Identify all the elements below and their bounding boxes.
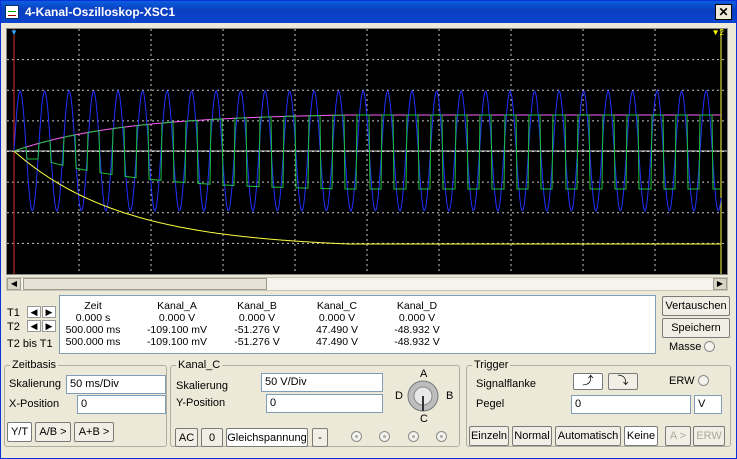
- vertauschen-button[interactable]: Vertauschen: [662, 296, 730, 316]
- table-cell: 0.000 s: [75, 312, 111, 324]
- pegel-label: Pegel: [476, 398, 505, 410]
- oscilloscope-icon: [5, 5, 19, 19]
- knob-label-d: D: [395, 390, 403, 402]
- trigger-keine-button[interactable]: Keine: [624, 426, 658, 446]
- kanal-skalierung-label: Skalierung: [176, 380, 228, 392]
- mode-yt-button[interactable]: Y/T: [7, 422, 32, 442]
- header-kanal-b: Kanal_B: [237, 300, 277, 312]
- row-label-t1: T1: [7, 307, 20, 319]
- t1-right-arrow-icon[interactable]: ▶: [42, 306, 56, 318]
- trigger-automatisch-button[interactable]: Automatisch: [555, 426, 621, 446]
- kanal-title: Kanal_C: [176, 359, 223, 371]
- signalflanke-label: Signalflanke: [476, 378, 536, 390]
- table-cell: -109.100 mV: [146, 336, 208, 348]
- header-zeit: Zeit: [84, 300, 102, 312]
- channel-c-radio[interactable]: [408, 431, 419, 442]
- header-kanal-d: Kanal_D: [396, 300, 438, 312]
- table-cell: 500.000 ms: [65, 336, 121, 348]
- cursor-t1-marker[interactable]: ▼: [10, 29, 18, 37]
- table-cell: -51.276 V: [234, 324, 280, 336]
- table-cell: 0.000 V: [398, 312, 436, 324]
- trigger-erw-label: ERW: [669, 375, 695, 387]
- window-title: 4-Kanal-Oszilloskop-XSC1: [25, 5, 176, 19]
- channel-b-radio[interactable]: [379, 431, 390, 442]
- rising-edge-icon[interactable]: ⤴: [573, 373, 603, 390]
- table-cell: 0.000 V: [158, 312, 196, 324]
- table-cell: 500.000 ms: [65, 324, 121, 336]
- table-cell: 47.490 V: [315, 324, 359, 336]
- t1-left-arrow-icon[interactable]: ◀: [27, 306, 41, 318]
- table-cell: 47.490 V: [315, 336, 359, 348]
- table-cell: -48.932 V: [394, 324, 440, 336]
- table-cell: -51.276 V: [234, 336, 280, 348]
- trigger-title: Trigger: [472, 359, 511, 371]
- trigger-erw-button[interactable]: ERW: [693, 426, 725, 446]
- title-bar: 4-Kanal-Oszilloskop-XSC1 ✕: [1, 1, 736, 23]
- scope-traces: [7, 29, 727, 274]
- trigger-einzeln-button[interactable]: Einzeln: [469, 426, 509, 446]
- zeitbasis-title: Zeitbasis: [10, 359, 59, 371]
- coupling-dc-button[interactable]: Gleichspannung: [226, 428, 308, 447]
- knob-label-b: B: [446, 390, 454, 402]
- header-kanal-c: Kanal_C: [316, 300, 358, 312]
- scope-display: ▼ ▼2: [6, 28, 728, 275]
- row-label-t2-t1: T2 bis T1: [7, 338, 53, 350]
- knob-label-c: C: [420, 413, 428, 425]
- trigger-normal-button[interactable]: Normal: [512, 426, 552, 446]
- scroll-thumb[interactable]: [23, 278, 267, 290]
- y-position-label: Y-Position: [176, 397, 226, 409]
- mode-a-plus-b-button[interactable]: A+B >: [74, 422, 114, 442]
- speichern-button[interactable]: Speichern: [662, 318, 730, 338]
- pegel-unit-select[interactable]: V: [694, 395, 722, 414]
- horizontal-scrollbar[interactable]: ◀ ▶: [6, 277, 728, 291]
- header-kanal-a: Kanal_A: [157, 300, 197, 312]
- t2-right-arrow-icon[interactable]: ▶: [42, 320, 56, 332]
- trigger-ext-source-button[interactable]: A >: [665, 426, 691, 446]
- x-position-label: X-Position: [9, 398, 60, 410]
- table-cell: 0.000 V: [238, 312, 276, 324]
- channel-selector-knob-icon[interactable]: [406, 379, 440, 413]
- row-label-t2: T2: [7, 321, 20, 333]
- table-cell: -48.932 V: [394, 336, 440, 348]
- pegel-input[interactable]: 0: [571, 395, 691, 414]
- close-button[interactable]: ✕: [715, 4, 732, 20]
- x-position-input[interactable]: 0: [77, 395, 166, 414]
- y-position-input[interactable]: 0: [266, 394, 383, 413]
- scroll-left-icon[interactable]: ◀: [7, 278, 21, 290]
- readout-table: Zeit Kanal_A Kanal_B Kanal_C Kanal_D 0.0…: [59, 295, 656, 354]
- table-cell: 0.000 V: [318, 312, 356, 324]
- oscilloscope-window: 4-Kanal-Oszilloskop-XSC1 ✕ ▼ ▼2 ◀ ▶ T1 ◀…: [0, 0, 737, 459]
- kanal-skalierung-input[interactable]: 50 V/Div: [261, 373, 383, 392]
- t2-left-arrow-icon[interactable]: ◀: [27, 320, 41, 332]
- masse-radio[interactable]: [704, 341, 715, 352]
- channel-d-radio[interactable]: [436, 431, 447, 442]
- mode-ab-button[interactable]: A/B >: [35, 422, 71, 442]
- trigger-erw-radio[interactable]: [698, 375, 709, 386]
- invert-button[interactable]: -: [312, 428, 328, 447]
- channel-a-radio[interactable]: [351, 431, 362, 442]
- table-cell: -109.100 mV: [146, 324, 208, 336]
- zeitbasis-skalierung-label: Skalierung: [9, 378, 61, 390]
- cursor-t2-marker[interactable]: ▼2: [712, 29, 724, 37]
- scroll-right-icon[interactable]: ▶: [713, 278, 727, 290]
- masse-label: Masse: [669, 341, 702, 353]
- coupling-zero-button[interactable]: 0: [201, 428, 223, 447]
- coupling-ac-button[interactable]: AC: [175, 428, 198, 447]
- zeitbasis-skalierung-input[interactable]: 50 ms/Div: [66, 375, 166, 394]
- falling-edge-icon[interactable]: ⤵: [608, 373, 638, 390]
